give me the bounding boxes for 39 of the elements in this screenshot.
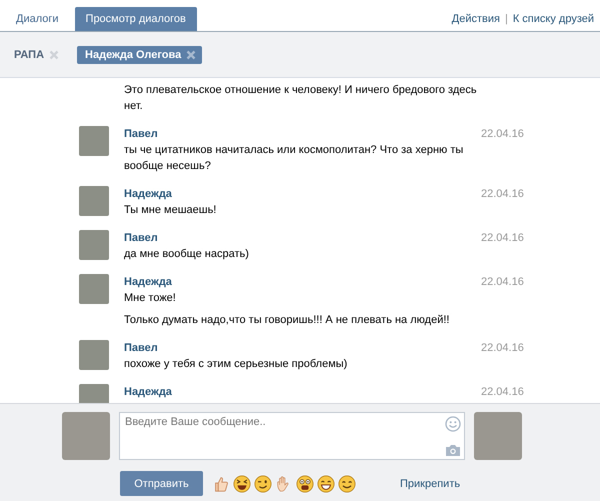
author-name[interactable]: Надежда <box>124 384 481 400</box>
shocked-face-icon[interactable] <box>296 474 314 492</box>
peer-tab[interactable]: Надежда Олегова <box>77 46 202 64</box>
peer-tab[interactable]: РАПА <box>14 46 60 64</box>
tab[interactable]: Диалоги <box>8 8 67 31</box>
message-text: Мне тоже! <box>124 291 177 306</box>
message-text: похоже у тебя с этим серьезные проблемы) <box>124 357 348 372</box>
author-name[interactable]: Павел <box>124 340 481 356</box>
message-input[interactable]: Введите Ваше сообщение.. <box>119 412 465 460</box>
separator: | <box>504 13 508 25</box>
smiley-icon[interactable] <box>445 416 461 432</box>
laughing-face-icon[interactable] <box>233 474 251 492</box>
grinning-face-icon[interactable] <box>317 474 335 492</box>
message-date: 22.04.16 <box>481 127 524 142</box>
thumbs-up-icon[interactable] <box>212 474 230 492</box>
header-link[interactable]: Действия <box>452 13 500 25</box>
message-text: Ты мне мешаешь! <box>124 203 218 218</box>
message-date: 22.04.16 <box>481 231 524 246</box>
author-name[interactable]: Надежда <box>124 186 481 202</box>
smiling-face-icon[interactable] <box>338 474 356 492</box>
author-name[interactable]: Павел <box>124 126 481 142</box>
message-date: 22.04.16 <box>481 187 524 202</box>
winking-face-icon[interactable] <box>254 474 272 492</box>
message-text: да мне вообще насрать) <box>124 247 250 262</box>
author-name[interactable]: Павел <box>124 230 481 246</box>
close-icon[interactable] <box>186 50 196 60</box>
message-text: ты че цитатников начиталась или космополитан? Что за херню ты вообще несешь? <box>124 143 464 174</box>
attach-link[interactable]: Прикрепить <box>400 478 460 490</box>
message-date: 22.04.16 <box>481 341 524 356</box>
message-text: Только думать надо,что ты говоришь!!! А не плевать на людей!! <box>124 313 450 328</box>
header-link[interactable]: К списку друзей <box>512 13 594 25</box>
message-text: Это плевательское отношение к человеку! И ничего бредового здесь нет. <box>124 83 478 114</box>
send-button[interactable]: Отправить <box>120 471 203 496</box>
message-date: 22.04.16 <box>481 385 524 400</box>
tab[interactable]: Просмотр диалогов <box>74 7 197 31</box>
close-icon[interactable] <box>49 50 60 60</box>
message-date: 22.04.16 <box>481 275 524 290</box>
author-name[interactable]: Надежда <box>124 274 481 290</box>
camera-icon[interactable] <box>445 444 461 457</box>
